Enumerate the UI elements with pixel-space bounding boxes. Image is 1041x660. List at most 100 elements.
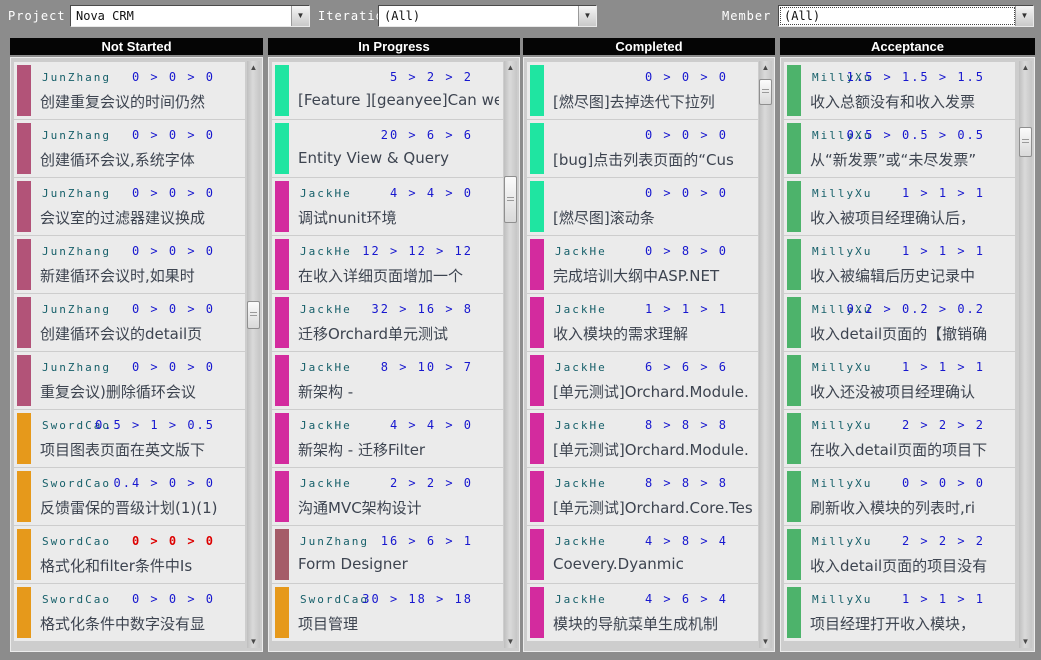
scroll-up-icon[interactable]: ▲ xyxy=(1019,61,1032,74)
scrollbar-thumb[interactable] xyxy=(247,301,260,329)
task-card[interactable]: MillyXu1.5 > 1.5 > 1.5收入总额没有和收入发票 xyxy=(784,62,1015,119)
card-author: JunZhang xyxy=(42,71,111,84)
card-estimate-values: 30 > 18 > 18 xyxy=(362,592,473,606)
scrollbar-thumb[interactable] xyxy=(504,176,517,223)
task-card[interactable]: MillyXu1 > 1 > 1收入还没被项目经理确认 xyxy=(784,352,1015,409)
card-status-stripe xyxy=(275,413,289,464)
card-status-stripe xyxy=(275,355,289,406)
task-card[interactable]: SwordCao0 > 0 > 0格式化条件中数字没有显 xyxy=(14,584,245,641)
task-card[interactable]: JackHe6 > 6 > 6[单元测试]Orchard.Module. xyxy=(527,352,758,409)
card-title: 创建循环会议的detail页 xyxy=(40,323,241,344)
chevron-down-icon[interactable]: ▼ xyxy=(291,6,309,26)
task-card[interactable]: MillyXu2 > 2 > 2在收入detail页面的项目下 xyxy=(784,410,1015,467)
task-card[interactable]: 0 > 0 > 0[燃尽图]滚动条 xyxy=(527,178,758,235)
task-card[interactable]: 0 > 0 > 0[燃尽图]去掉迭代下拉列 xyxy=(527,62,758,119)
scroll-up-icon[interactable]: ▲ xyxy=(504,61,517,74)
task-card[interactable]: 20 > 6 > 6Entity View & Query xyxy=(272,120,503,177)
card-status-stripe xyxy=(275,587,289,638)
task-card[interactable]: JackHe0 > 8 > 0完成培训大纲中ASP.NET xyxy=(527,236,758,293)
card-title: 沟通MVC架构设计 xyxy=(298,497,499,518)
task-card[interactable]: JackHe32 > 16 > 8迁移Orchard单元测试 xyxy=(272,294,503,351)
chevron-down-icon[interactable]: ▼ xyxy=(578,6,596,26)
scrollbar-thumb[interactable] xyxy=(1019,127,1032,157)
task-card[interactable]: MillyXu1 > 1 > 1项目经理打开收入模块， xyxy=(784,584,1015,641)
iteration-combobox[interactable]: (All) ▼ xyxy=(378,5,597,27)
card-title: 收入还没被项目经理确认 xyxy=(810,381,1011,402)
vertical-scrollbar[interactable]: ▲▼ xyxy=(1019,61,1032,648)
task-card[interactable]: JackHe4 > 6 > 4模块的导航菜单生成机制 xyxy=(527,584,758,641)
task-card[interactable]: JunZhang0 > 0 > 0创建循环会议,系统字体 xyxy=(14,120,245,177)
task-card[interactable]: MillyXu0.2 > 0.2 > 0.2收入detail页面的【撤销确 xyxy=(784,294,1015,351)
card-estimate-values: 0 > 0 > 0 xyxy=(132,244,215,258)
task-card[interactable]: JackHe4 > 4 > 0新架构 - 迁移Filter xyxy=(272,410,503,467)
card-title: [单元测试]Orchard.Module. xyxy=(553,439,754,460)
task-card[interactable]: JackHe1 > 1 > 1收入模块的需求理解 xyxy=(527,294,758,351)
task-card[interactable]: JunZhang0 > 0 > 0创建循环会议的detail页 xyxy=(14,294,245,351)
scrollbar-thumb[interactable] xyxy=(759,79,772,105)
task-card[interactable]: MillyXu0 > 0 > 0刷新收入模块的列表时,ri xyxy=(784,468,1015,525)
task-card[interactable]: JackHe8 > 8 > 8[单元测试]Orchard.Core.Tes xyxy=(527,468,758,525)
card-author: JackHe xyxy=(555,361,607,374)
task-card[interactable]: SwordCao0.4 > 0 > 0反馈雷保的晋级计划(1)(1) xyxy=(14,468,245,525)
card-title: 在收入详细页面增加一个 xyxy=(298,265,499,286)
task-card[interactable]: JunZhang0 > 0 > 0重复会议)删除循环会议 xyxy=(14,352,245,409)
lane-in-progress: 5 > 2 > 2[Feature ][geanyee]Can we20 > 6… xyxy=(268,57,520,652)
card-estimate-values: 0 > 0 > 0 xyxy=(645,128,728,142)
task-card[interactable]: 5 > 2 > 2[Feature ][geanyee]Can we xyxy=(272,62,503,119)
task-card[interactable]: JunZhang0 > 0 > 0创建重复会议的时间仍然 xyxy=(14,62,245,119)
card-title: 收入被项目经理确认后， xyxy=(810,207,1011,228)
task-card[interactable]: JunZhang0 > 0 > 0会议室的过滤器建议换成 xyxy=(14,178,245,235)
card-status-stripe xyxy=(17,587,31,638)
task-card[interactable]: JackHe4 > 8 > 4Coevery.Dyanmic xyxy=(527,526,758,583)
vertical-scrollbar[interactable]: ▲▼ xyxy=(247,61,260,648)
task-card[interactable]: SwordCao30 > 18 > 18项目管理 xyxy=(272,584,503,641)
card-title: 在收入detail页面的项目下 xyxy=(810,439,1011,460)
scroll-up-icon[interactable]: ▲ xyxy=(247,61,260,74)
card-list: 0 > 0 > 0[燃尽图]去掉迭代下拉列0 > 0 > 0[bug]点击列表页… xyxy=(527,62,758,642)
card-status-stripe xyxy=(787,529,801,580)
task-card[interactable]: SwordCao0.5 > 1 > 0.5项目图表页面在英文版下 xyxy=(14,410,245,467)
card-author: MillyXu xyxy=(812,245,872,258)
task-card[interactable]: JackHe8 > 10 > 7新架构 - xyxy=(272,352,503,409)
card-estimate-values: 0 > 0 > 0 xyxy=(132,592,215,606)
card-title: 格式化条件中数字没有显 xyxy=(40,613,241,634)
task-card[interactable]: JackHe4 > 4 > 0调试nunit环境 xyxy=(272,178,503,235)
card-author: JunZhang xyxy=(42,245,111,258)
scroll-down-icon[interactable]: ▼ xyxy=(504,635,517,648)
task-card[interactable]: SwordCao0 > 0 > 0格式化和filter条件中Is xyxy=(14,526,245,583)
task-card[interactable]: MillyXu0.5 > 0.5 > 0.5从“新发票”或“未尽发票” xyxy=(784,120,1015,177)
task-card[interactable]: JackHe2 > 2 > 0沟通MVC架构设计 xyxy=(272,468,503,525)
scroll-down-icon[interactable]: ▼ xyxy=(759,635,772,648)
card-title: 模块的导航菜单生成机制 xyxy=(553,613,754,634)
task-card[interactable]: MillyXu2 > 2 > 2收入detail页面的项目没有 xyxy=(784,526,1015,583)
task-card[interactable]: JunZhang0 > 0 > 0新建循环会议时,如果时 xyxy=(14,236,245,293)
task-card[interactable]: JackHe8 > 8 > 8[单元测试]Orchard.Module. xyxy=(527,410,758,467)
scroll-down-icon[interactable]: ▼ xyxy=(1019,635,1032,648)
card-author: JunZhang xyxy=(300,535,369,548)
card-status-stripe xyxy=(17,181,31,232)
card-status-stripe xyxy=(275,181,289,232)
chevron-down-icon[interactable]: ▼ xyxy=(1015,6,1033,26)
task-card[interactable]: JunZhang16 > 6 > 1Form Designer xyxy=(272,526,503,583)
column-acceptance: AcceptanceMillyXu1.5 > 1.5 > 1.5收入总额没有和收… xyxy=(780,38,1035,652)
vertical-scrollbar[interactable]: ▲▼ xyxy=(504,61,517,648)
task-card[interactable]: JackHe12 > 12 > 12在收入详细页面增加一个 xyxy=(272,236,503,293)
card-estimate-values: 1.5 > 1.5 > 1.5 xyxy=(847,70,985,84)
project-combobox[interactable]: Nova CRM ▼ xyxy=(70,5,310,27)
scroll-up-icon[interactable]: ▲ xyxy=(759,61,772,74)
task-card[interactable]: MillyXu1 > 1 > 1收入被项目经理确认后， xyxy=(784,178,1015,235)
vertical-scrollbar[interactable]: ▲▼ xyxy=(759,61,772,648)
card-title: [Feature ][geanyee]Can we xyxy=(298,91,499,109)
card-estimate-values: 1 > 1 > 1 xyxy=(902,186,985,200)
card-status-stripe xyxy=(17,471,31,522)
task-card[interactable]: MillyXu1 > 1 > 1收入被编辑后历史记录中 xyxy=(784,236,1015,293)
card-estimate-values: 0.5 > 0.5 > 0.5 xyxy=(847,128,985,142)
card-author: JackHe xyxy=(555,477,607,490)
scroll-down-icon[interactable]: ▼ xyxy=(247,635,260,648)
member-combobox[interactable]: (All) ▼ xyxy=(778,5,1034,27)
task-card[interactable]: 0 > 0 > 0[bug]点击列表页面的“Cus xyxy=(527,120,758,177)
card-title: 创建循环会议,系统字体 xyxy=(40,149,241,170)
card-status-stripe xyxy=(787,239,801,290)
card-estimate-values: 2 > 2 > 2 xyxy=(902,534,985,548)
card-list: MillyXu1.5 > 1.5 > 1.5收入总额没有和收入发票MillyXu… xyxy=(784,62,1015,642)
